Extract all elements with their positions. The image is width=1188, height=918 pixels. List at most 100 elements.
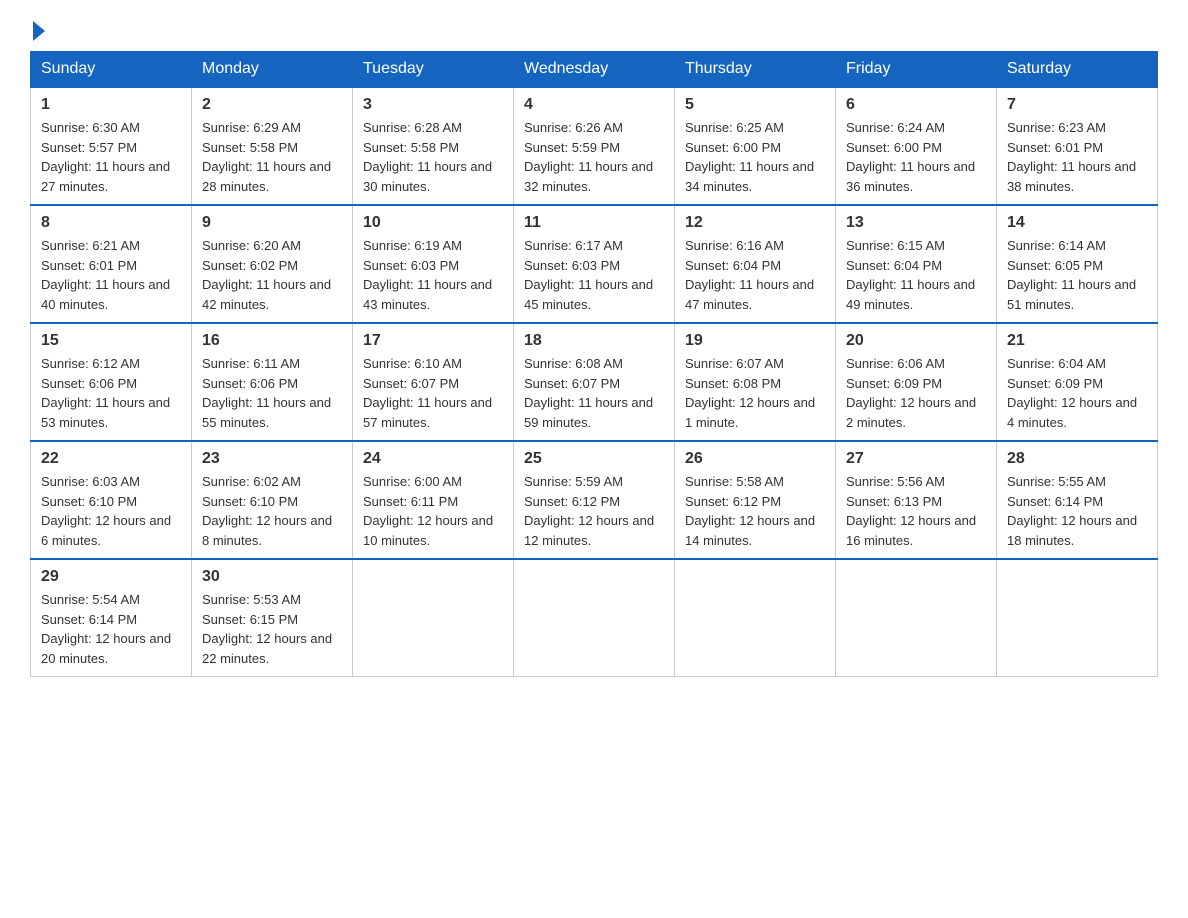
calendar-header-wednesday: Wednesday [514,52,675,88]
day-number: 24 [363,450,503,468]
calendar-week-row: 15 Sunrise: 6:12 AMSunset: 6:06 PMDayligh… [31,323,1158,441]
day-number: 17 [363,332,503,350]
calendar-header-saturday: Saturday [997,52,1158,88]
day-number: 20 [846,332,986,350]
day-info: Sunrise: 6:03 AMSunset: 6:10 PMDaylight:… [41,472,181,550]
calendar-header-sunday: Sunday [31,52,192,88]
calendar-cell: 30 Sunrise: 5:53 AMSunset: 6:15 PMDayligh… [192,559,353,677]
calendar-cell: 18 Sunrise: 6:08 AMSunset: 6:07 PMDayligh… [514,323,675,441]
day-info: Sunrise: 6:17 AMSunset: 6:03 PMDaylight:… [524,236,664,314]
day-number: 11 [524,214,664,232]
day-info: Sunrise: 6:15 AMSunset: 6:04 PMDaylight:… [846,236,986,314]
calendar-cell: 9 Sunrise: 6:20 AMSunset: 6:02 PMDaylight… [192,205,353,323]
day-info: Sunrise: 6:04 AMSunset: 6:09 PMDaylight:… [1007,354,1147,432]
day-number: 23 [202,450,342,468]
calendar-cell: 6Sunrise: 6:24 AMSunset: 6:00 PMDaylight… [836,87,997,205]
calendar-cell: 16Sunrise: 6:11 AMSunset: 6:06 PMDayligh… [192,323,353,441]
calendar-header-monday: Monday [192,52,353,88]
calendar-header-friday: Friday [836,52,997,88]
day-number: 26 [685,450,825,468]
day-number: 14 [1007,214,1147,232]
day-number: 19 [685,332,825,350]
day-number: 25 [524,450,664,468]
day-number: 22 [41,450,181,468]
calendar-cell: 10 Sunrise: 6:19 AMSunset: 6:03 PMDayligh… [353,205,514,323]
day-info: Sunrise: 5:56 AMSunset: 6:13 PMDaylight:… [846,472,986,550]
calendar-cell: 15 Sunrise: 6:12 AMSunset: 6:06 PMDayligh… [31,323,192,441]
day-number: 30 [202,568,342,586]
day-number: 18 [524,332,664,350]
day-info: Sunrise: 5:53 AMSunset: 6:15 PMDaylight:… [202,590,342,668]
calendar-header-tuesday: Tuesday [353,52,514,88]
day-info: Sunrise: 5:59 AMSunset: 6:12 PMDaylight:… [524,472,664,550]
day-info: Sunrise: 6:25 AMSunset: 6:00 PMDaylight:… [685,118,825,196]
calendar-cell: 5 Sunrise: 6:25 AMSunset: 6:00 PMDaylight… [675,87,836,205]
logo [30,25,45,41]
calendar-cell: 1 Sunrise: 6:30 AMSunset: 5:57 PMDaylight… [31,87,192,205]
calendar-cell [514,559,675,677]
calendar-cell [997,559,1158,677]
day-number: 5 [685,96,825,114]
day-number: 21 [1007,332,1147,350]
calendar-cell: 12 Sunrise: 6:16 AMSunset: 6:04 PMDayligh… [675,205,836,323]
day-info: Sunrise: 6:30 AMSunset: 5:57 PMDaylight:… [41,118,181,196]
day-info: Sunrise: 6:06 AMSunset: 6:09 PMDaylight:… [846,354,986,432]
day-info: Sunrise: 6:07 AMSunset: 6:08 PMDaylight:… [685,354,825,432]
calendar-cell [675,559,836,677]
calendar-cell: 24 Sunrise: 6:00 AMSunset: 6:11 PMDayligh… [353,441,514,559]
day-info: Sunrise: 6:19 AMSunset: 6:03 PMDaylight:… [363,236,503,314]
day-info: Sunrise: 6:08 AMSunset: 6:07 PMDaylight:… [524,354,664,432]
calendar-week-row: 22 Sunrise: 6:03 AMSunset: 6:10 PMDayligh… [31,441,1158,559]
day-info: Sunrise: 6:21 AMSunset: 6:01 PMDaylight:… [41,236,181,314]
calendar-header-thursday: Thursday [675,52,836,88]
day-info: Sunrise: 6:10 AMSunset: 6:07 PMDaylight:… [363,354,503,432]
day-info: Sunrise: 5:58 AMSunset: 6:12 PMDaylight:… [685,472,825,550]
calendar-cell: 23 Sunrise: 6:02 AMSunset: 6:10 PMDayligh… [192,441,353,559]
calendar-cell: 11 Sunrise: 6:17 AMSunset: 6:03 PMDayligh… [514,205,675,323]
calendar-cell: 19 Sunrise: 6:07 AMSunset: 6:08 PMDayligh… [675,323,836,441]
day-number: 8 [41,214,181,232]
day-info: Sunrise: 6:12 AMSunset: 6:06 PMDaylight:… [41,354,181,432]
calendar-cell: 29 Sunrise: 5:54 AMSunset: 6:14 PMDayligh… [31,559,192,677]
calendar-cell: 7Sunrise: 6:23 AMSunset: 6:01 PMDaylight… [997,87,1158,205]
day-info: Sunrise: 5:54 AMSunset: 6:14 PMDaylight:… [41,590,181,668]
calendar-cell: 14 Sunrise: 6:14 AMSunset: 6:05 PMDayligh… [997,205,1158,323]
calendar-table: SundayMondayTuesdayWednesdayThursdayFrid… [30,51,1158,677]
day-number: 13 [846,214,986,232]
calendar-cell: 21 Sunrise: 6:04 AMSunset: 6:09 PMDayligh… [997,323,1158,441]
calendar-cell: 8 Sunrise: 6:21 AMSunset: 6:01 PMDaylight… [31,205,192,323]
calendar-week-row: 8 Sunrise: 6:21 AMSunset: 6:01 PMDaylight… [31,205,1158,323]
day-number: 12 [685,214,825,232]
day-number: 16 [202,332,342,350]
calendar-cell: 3 Sunrise: 6:28 AMSunset: 5:58 PMDaylight… [353,87,514,205]
day-info: Sunrise: 6:29 AMSunset: 5:58 PMDaylight:… [202,118,342,196]
day-info: Sunrise: 6:02 AMSunset: 6:10 PMDaylight:… [202,472,342,550]
calendar-cell: 22 Sunrise: 6:03 AMSunset: 6:10 PMDayligh… [31,441,192,559]
calendar-cell [836,559,997,677]
calendar-cell [353,559,514,677]
calendar-week-row: 29 Sunrise: 5:54 AMSunset: 6:14 PMDayligh… [31,559,1158,677]
calendar-cell: 27 Sunrise: 5:56 AMSunset: 6:13 PMDayligh… [836,441,997,559]
logo-arrow-icon [33,21,45,41]
day-number: 29 [41,568,181,586]
calendar-week-row: 1 Sunrise: 6:30 AMSunset: 5:57 PMDaylight… [31,87,1158,205]
calendar-cell: 26 Sunrise: 5:58 AMSunset: 6:12 PMDayligh… [675,441,836,559]
day-info: Sunrise: 6:24 AMSunset: 6:00 PMDaylight:… [846,118,986,196]
day-number: 27 [846,450,986,468]
day-number: 2 [202,96,342,114]
day-number: 10 [363,214,503,232]
day-number: 15 [41,332,181,350]
day-info: Sunrise: 6:28 AMSunset: 5:58 PMDaylight:… [363,118,503,196]
day-info: Sunrise: 6:16 AMSunset: 6:04 PMDaylight:… [685,236,825,314]
calendar-cell: 20 Sunrise: 6:06 AMSunset: 6:09 PMDayligh… [836,323,997,441]
day-info: Sunrise: 6:14 AMSunset: 6:05 PMDaylight:… [1007,236,1147,314]
day-number: 9 [202,214,342,232]
header [30,20,1158,41]
day-number: 1 [41,96,181,114]
day-number: 7 [1007,96,1147,114]
day-number: 3 [363,96,503,114]
day-info: Sunrise: 6:20 AMSunset: 6:02 PMDaylight:… [202,236,342,314]
calendar-cell: 13 Sunrise: 6:15 AMSunset: 6:04 PMDayligh… [836,205,997,323]
day-info: Sunrise: 6:00 AMSunset: 6:11 PMDaylight:… [363,472,503,550]
calendar-cell: 4Sunrise: 6:26 AMSunset: 5:59 PMDaylight… [514,87,675,205]
